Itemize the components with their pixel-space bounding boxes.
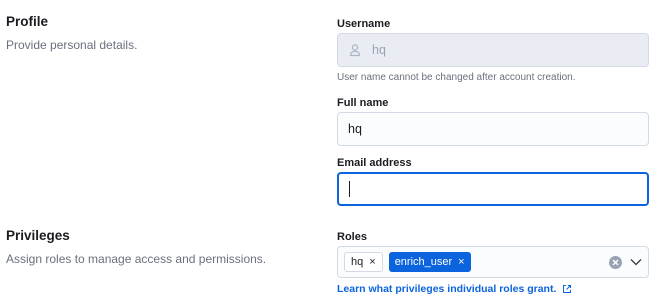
role-pill-hq[interactable]: hq × (344, 252, 383, 272)
roles-label: Roles (337, 231, 367, 243)
roles-combobox[interactable]: hq × enrich_user × (337, 246, 649, 278)
role-pill-label: enrich_user (394, 256, 453, 268)
email-field[interactable] (337, 172, 649, 206)
remove-role-icon[interactable]: × (369, 256, 375, 268)
email-label: Email address (337, 157, 412, 169)
external-link-icon (562, 284, 572, 294)
privileges-section-description: Assign roles to manage access and permis… (6, 252, 267, 266)
chevron-down-icon[interactable] (630, 258, 642, 266)
profile-section-title: Profile (6, 14, 49, 29)
username-help-text: User name cannot be changed after accoun… (337, 72, 576, 83)
privileges-section-title: Privileges (6, 228, 70, 243)
clear-selection-icon[interactable] (609, 255, 622, 269)
full-name-field[interactable]: hq (337, 112, 649, 146)
roles-privileges-link-text: Learn what privileges individual roles g… (337, 283, 557, 295)
roles-privileges-link[interactable]: Learn what privileges individual roles g… (337, 283, 572, 295)
full-name-label: Full name (337, 97, 389, 109)
profile-section-description: Provide personal details. (6, 38, 138, 52)
user-icon (348, 43, 362, 57)
username-value: hq (372, 43, 386, 57)
role-pill-label: hq (351, 256, 364, 268)
role-pill-enrich-user[interactable]: enrich_user × (388, 252, 471, 272)
remove-role-icon[interactable]: × (458, 256, 464, 268)
username-field: hq (337, 33, 649, 67)
username-label: Username (337, 18, 391, 30)
text-caret (349, 181, 350, 197)
full-name-value: hq (348, 122, 362, 136)
